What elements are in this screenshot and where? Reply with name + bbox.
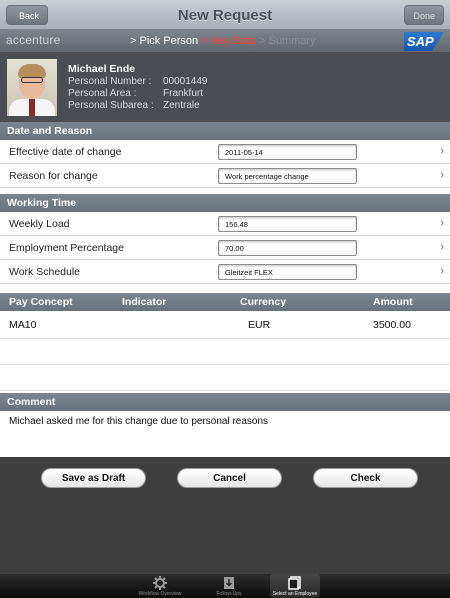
- employee-details: Personal Number : 00001449 Personal Area …: [68, 76, 208, 112]
- effective-date-field[interactable]: 2011-05-14: [218, 144, 357, 160]
- reason-label: Reason for change: [9, 170, 98, 182]
- comment-textarea[interactable]: Michael asked me for this change due to …: [9, 416, 268, 427]
- employment-percentage-row[interactable]: Employment Percentage 70.00 ›: [0, 236, 450, 260]
- col-pay-concept: Pay Concept: [9, 296, 73, 308]
- pay-table-header: Pay Concept Indicator Currency Amount: [0, 293, 450, 311]
- weekly-load-field[interactable]: 156.48: [218, 216, 357, 232]
- document-icon: [288, 576, 301, 590]
- personal-number-value: 00001449: [163, 76, 208, 87]
- work-schedule-row[interactable]: Work Schedule Gleitzeit FLEX ›: [0, 260, 450, 284]
- cancel-button[interactable]: Cancel: [177, 468, 282, 488]
- table-row-empty: [0, 339, 450, 365]
- reason-row[interactable]: Reason for change Work percentage change…: [0, 164, 450, 188]
- page-title: New Request: [177, 7, 273, 24]
- action-area: Save as Draft Cancel Check: [0, 457, 450, 574]
- table-row-empty: [0, 365, 450, 391]
- pay-concept-cell: MA10: [9, 319, 37, 331]
- work-schedule-label: Work Schedule: [9, 266, 81, 278]
- work-schedule-field[interactable]: Gleitzeit FLEX: [218, 264, 357, 280]
- section-working-time: Working Time: [0, 194, 450, 212]
- tab-label: Follow-Ups: [216, 591, 242, 597]
- navigation-bar: Back New Request Done: [0, 0, 450, 30]
- personal-area-label: Personal Area :: [68, 88, 137, 99]
- chevron-right-icon[interactable]: ›: [440, 145, 444, 157]
- personal-subarea-value: Zentrale: [163, 100, 200, 111]
- table-row[interactable]: MA10 EUR 3500.00: [0, 311, 450, 339]
- tab-workflow-overview[interactable]: Workflow Overview: [135, 574, 185, 598]
- effective-date-row[interactable]: Effective date of change 2011-05-14 ›: [0, 140, 450, 164]
- tab-follow-ups[interactable]: Follow-Ups: [204, 574, 254, 598]
- col-indicator: Indicator: [122, 296, 167, 308]
- save-as-draft-button[interactable]: Save as Draft: [41, 468, 146, 488]
- download-icon: [224, 577, 234, 589]
- weekly-load-row[interactable]: Weekly Load 156.48 ›: [0, 212, 450, 236]
- col-amount: Amount: [373, 296, 413, 308]
- employee-name: Michael Ende: [68, 63, 136, 75]
- sap-logo: SAP: [404, 32, 444, 51]
- tab-label: Workflow Overview: [138, 591, 182, 597]
- amount-cell: 3500.00: [373, 319, 411, 331]
- step-bar: accenture > Pick Person > Key Data > Sum…: [0, 30, 450, 52]
- reason-field[interactable]: Work percentage change: [218, 168, 357, 184]
- personal-number-label: Personal Number :: [68, 76, 152, 87]
- weekly-load-label: Weekly Load: [9, 218, 70, 230]
- tab-select-employee[interactable]: Select an Employee: [270, 574, 320, 598]
- employee-header: Michael Ende Personal Number : 00001449 P…: [0, 52, 450, 122]
- effective-date-label: Effective date of change: [9, 146, 122, 158]
- step-pick-person[interactable]: > Pick Person: [130, 35, 198, 47]
- wizard-steps: > Pick Person > Key Data > Summary: [130, 35, 316, 47]
- personal-subarea-label: Personal Subarea :: [68, 100, 154, 111]
- employee-photo: [7, 59, 57, 116]
- section-date-reason: Date and Reason: [0, 122, 450, 140]
- personal-area-value: Frankfurt: [163, 88, 204, 99]
- chevron-right-icon[interactable]: ›: [440, 265, 444, 277]
- check-button[interactable]: Check: [313, 468, 418, 488]
- tab-bar: Workflow Overview Follow-Ups Select an E…: [0, 574, 450, 598]
- employment-percentage-field[interactable]: 70.00: [218, 240, 357, 256]
- accenture-logo: accenture: [6, 33, 61, 47]
- employment-percentage-label: Employment Percentage: [9, 242, 124, 254]
- step-key-data: > Key Data: [201, 35, 256, 47]
- gear-icon: [153, 576, 167, 590]
- chevron-right-icon[interactable]: ›: [440, 217, 444, 229]
- chevron-right-icon[interactable]: ›: [440, 169, 444, 181]
- step-summary: > Summary: [259, 35, 316, 47]
- done-button[interactable]: Done: [404, 5, 444, 25]
- chevron-right-icon[interactable]: ›: [440, 241, 444, 253]
- app-window: Back New Request Done accenture > Pick P…: [0, 0, 450, 598]
- col-currency: Currency: [240, 296, 287, 308]
- section-comment: Comment: [0, 393, 450, 411]
- tab-label: Select an Employee: [272, 591, 318, 597]
- currency-cell: EUR: [248, 319, 271, 331]
